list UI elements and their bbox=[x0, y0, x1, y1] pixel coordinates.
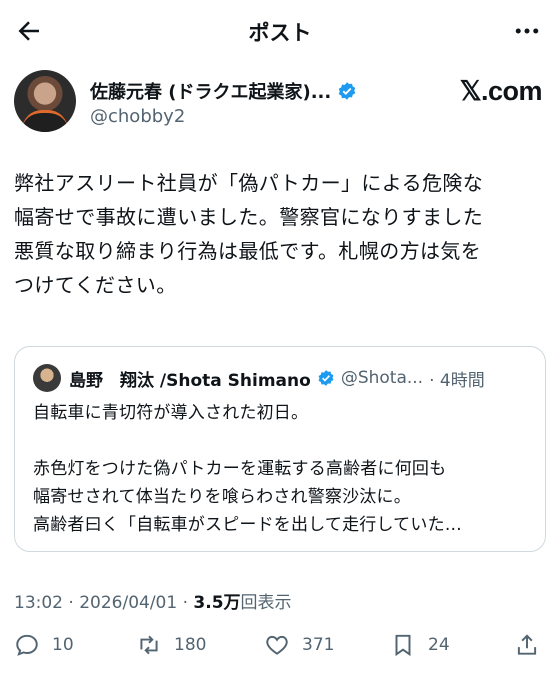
post-text-line: つけてください。 bbox=[14, 273, 177, 297]
heart-icon bbox=[266, 635, 288, 655]
bookmark-icon bbox=[395, 634, 411, 657]
post-time: 13:02 · 2026/04/01 · bbox=[14, 593, 194, 613]
reply-button[interactable]: 10 bbox=[14, 632, 74, 658]
quoted-text-gap bbox=[33, 427, 533, 455]
quoted-post-header: 島野 翔汰 /Shota Shimano @Shota... · 4時間 bbox=[33, 364, 485, 392]
top-bar: ポスト bbox=[0, 0, 560, 62]
like-button[interactable]: 371 bbox=[264, 632, 334, 658]
author-display-name[interactable]: 佐藤元春 (ドラクエ起業家)... bbox=[90, 78, 331, 104]
page-title: ポスト bbox=[248, 21, 312, 45]
post-text-line: 弊社アスリート社員が「偽パトカー」による危険な bbox=[14, 171, 484, 195]
author-name-row[interactable]: 佐藤元春 (ドラクエ起業家)... bbox=[90, 78, 357, 104]
post-timestamp: 13:02 · 2026/04/01 · 3.5万回表示 bbox=[14, 588, 292, 613]
repost-button[interactable]: 180 bbox=[136, 632, 206, 658]
verified-badge-icon bbox=[318, 370, 334, 386]
repost-count: 180 bbox=[174, 635, 207, 655]
quoted-post[interactable]: 島野 翔汰 /Shota Shimano @Shota... · 4時間 自転車… bbox=[14, 346, 546, 552]
quoted-text-line: 高齢者曰く「自転車がスピードを出して走行していた… bbox=[33, 515, 462, 535]
quoted-handle: @Shota... bbox=[340, 368, 424, 388]
reply-icon bbox=[16, 634, 38, 656]
view-label: 回表示 bbox=[240, 593, 292, 613]
bookmark-button[interactable]: 24 bbox=[390, 632, 450, 658]
quoted-avatar bbox=[33, 364, 61, 392]
reply-count: 10 bbox=[52, 635, 74, 655]
post-text: 弊社アスリート社員が「偽パトカー」による危険な 幅寄せで事故に遭いました。警察官… bbox=[14, 166, 548, 302]
verified-badge-icon bbox=[338, 82, 356, 100]
quoted-display-name: 島野 翔汰 /Shota Shimano bbox=[69, 370, 311, 391]
avatar[interactable] bbox=[14, 70, 76, 132]
share-icon bbox=[517, 634, 537, 655]
quoted-text-line: 幅寄せされて体当たりを喰らわされ警察沙汰に。 bbox=[33, 487, 411, 507]
share-button[interactable] bbox=[514, 632, 540, 658]
view-count: 3.5万 bbox=[193, 593, 241, 613]
more-horizontal-icon[interactable] bbox=[512, 16, 542, 46]
quoted-text: 自転車に青切符が導入された初日。 赤色灯をつけた偽パトカーを運転する高齢者に何回… bbox=[33, 399, 533, 539]
post-text-line: 悪質な取り締まり行為は最低です。札幌の方は気を bbox=[14, 239, 482, 263]
x-com-logo: 𝕏.com bbox=[459, 76, 543, 106]
quoted-text-line: 赤色灯をつけた偽パトカーを運転する高齢者に何回も bbox=[33, 459, 447, 479]
post-text-line: 幅寄せで事故に遭いました。警察官になりすました bbox=[14, 205, 484, 229]
author-handle[interactable]: @chobby2 bbox=[90, 106, 185, 127]
action-bar: 10 180 371 24 bbox=[0, 632, 560, 668]
post-author: 佐藤元春 (ドラクエ起業家)... @chobby2 𝕏.com bbox=[14, 70, 546, 136]
repost-icon bbox=[140, 635, 158, 655]
quoted-text-line: 自転車に青切符が導入された初日。 bbox=[33, 403, 309, 423]
like-count: 371 bbox=[302, 635, 335, 655]
bookmark-count: 24 bbox=[428, 635, 450, 655]
quoted-time: · 4時間 bbox=[429, 370, 485, 391]
